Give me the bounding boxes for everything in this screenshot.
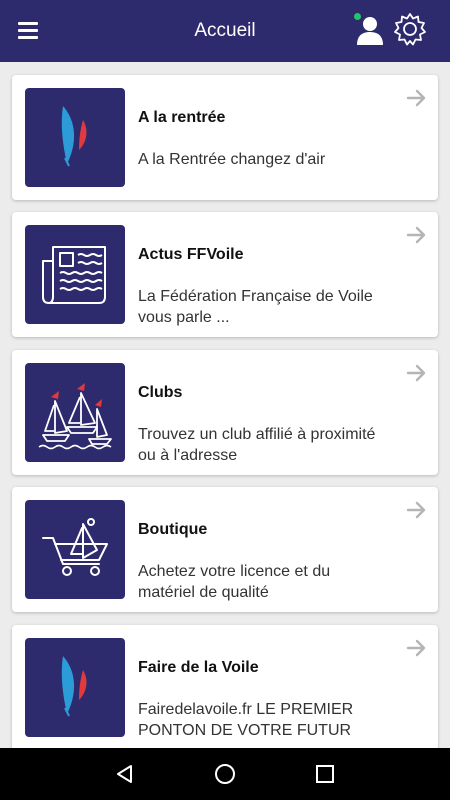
- newspaper-icon: [42, 246, 106, 304]
- card-thumbnail: [25, 88, 125, 187]
- gear-icon[interactable]: [392, 11, 428, 47]
- card-title: Faire de la Voile: [138, 659, 259, 676]
- ffvoile-sail-logo-icon: [61, 656, 87, 717]
- card-title: Clubs: [138, 384, 183, 401]
- card-clubs[interactable]: Clubs Trouvez un club affilié à proximit…: [12, 350, 438, 475]
- card-a-la-rentree[interactable]: A la rentrée A la Rentrée changez d'air: [12, 75, 438, 200]
- card-title: A la rentrée: [138, 109, 226, 126]
- arrow-right-icon: [406, 639, 426, 657]
- card-boutique[interactable]: Boutique Achetez votre licence et du mat…: [12, 487, 438, 612]
- app-bar: Accueil: [0, 0, 450, 62]
- card-thumbnail: [25, 225, 125, 324]
- recents-square-icon[interactable]: [313, 762, 337, 786]
- arrow-right-icon: [406, 226, 426, 244]
- shopping-cart-icon: [42, 518, 108, 576]
- online-status-dot: [354, 13, 361, 20]
- sailboats-icon: [38, 383, 112, 450]
- card-description: A la Rentrée changez d'air: [138, 151, 326, 168]
- card-thumbnail: [25, 363, 125, 462]
- arrow-right-icon: [406, 89, 426, 107]
- card-description: Fairedelavoile.fr LE PREMIER PONTON DE V…: [138, 701, 354, 739]
- arrow-right-icon: [406, 501, 426, 519]
- card-description: La Fédération Française de Voile vous pa…: [138, 288, 373, 326]
- card-actus-ffvoile[interactable]: Actus FFVoile La Fédération Française de…: [12, 212, 438, 337]
- home-circle-icon[interactable]: [213, 762, 237, 786]
- system-navigation-bar: [0, 748, 450, 800]
- card-thumbnail: [25, 500, 125, 599]
- card-thumbnail: [25, 638, 125, 737]
- arrow-right-icon: [406, 364, 426, 382]
- home-card-list[interactable]: A la rentrée A la Rentrée changez d'air: [0, 62, 450, 748]
- card-description: Achetez votre licence et du matériel de …: [138, 563, 331, 601]
- card-description: Trouvez un club affilié à proximité ou à…: [138, 426, 376, 464]
- back-triangle-icon[interactable]: [113, 762, 137, 786]
- ffvoile-sail-logo-icon: [61, 106, 87, 167]
- card-faire-de-la-voile[interactable]: Faire de la Voile Fairedelavoile.fr LE P…: [12, 625, 438, 748]
- card-title: Actus FFVoile: [138, 246, 244, 263]
- card-title: Boutique: [138, 521, 208, 538]
